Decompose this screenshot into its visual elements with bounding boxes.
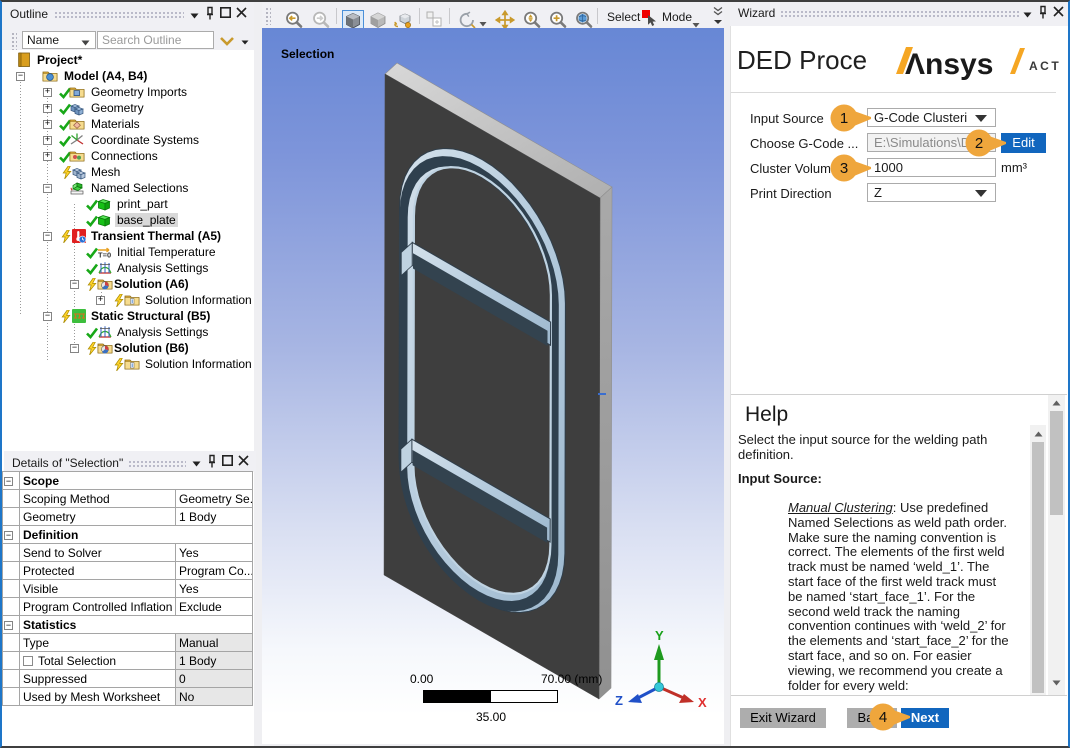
svg-text:2: 2 bbox=[975, 135, 983, 152]
svg-text:T=0: T=0 bbox=[98, 251, 111, 260]
svg-text:4: 4 bbox=[879, 709, 887, 726]
svg-text:X: X bbox=[698, 695, 707, 710]
svg-text:Z: Z bbox=[615, 693, 623, 708]
svg-text:ACT: ACT bbox=[1029, 59, 1061, 73]
svg-text:1: 1 bbox=[840, 110, 848, 127]
svg-text:Λnsys: Λnsys bbox=[905, 48, 993, 81]
svg-text:3: 3 bbox=[840, 160, 848, 177]
svg-text:Y: Y bbox=[655, 628, 664, 643]
